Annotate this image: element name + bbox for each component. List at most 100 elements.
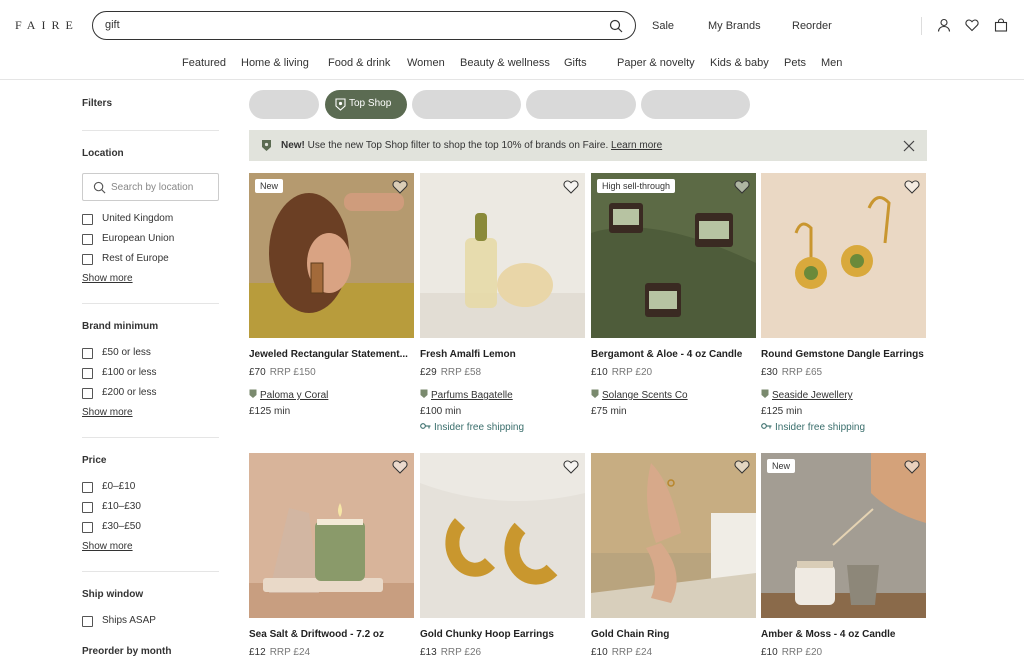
wholesale-price: £10 xyxy=(591,647,608,658)
favorite-icon[interactable] xyxy=(563,179,579,194)
product-price: £10 RRP £20 xyxy=(761,647,822,658)
favorite-icon[interactable] xyxy=(563,459,579,474)
product-image[interactable] xyxy=(249,453,414,618)
product-name[interactable]: Bergamont & Aloe - 4 oz Candle xyxy=(591,349,756,360)
product-image[interactable]: New xyxy=(249,173,414,338)
product-name[interactable]: Sea Salt & Driftwood - 7.2 oz xyxy=(249,629,414,640)
learn-more-link[interactable]: Learn more xyxy=(611,140,662,151)
option-label: European Union xyxy=(102,233,175,244)
nav-gifts[interactable]: Gifts xyxy=(564,57,587,69)
product-name[interactable]: Fresh Amalfi Lemon xyxy=(420,349,585,360)
brand-link[interactable]: Parfums Bagatelle xyxy=(420,389,513,401)
product-card[interactable]: New Amber & Moss - 4 oz Candle £10 RRP £2… xyxy=(761,453,926,658)
nav-home-living[interactable]: Home & living xyxy=(241,57,309,69)
filters-heading: Filters xyxy=(82,98,113,109)
search-bar[interactable]: gift xyxy=(92,11,636,40)
search-icon[interactable] xyxy=(609,19,623,33)
retail-price: RRP £150 xyxy=(269,367,316,378)
faire-logo[interactable]: FAIRE xyxy=(15,18,79,33)
product-image[interactable] xyxy=(420,173,585,338)
retail-price: RRP £24 xyxy=(611,647,653,658)
product-photo xyxy=(761,453,926,618)
favorite-icon[interactable] xyxy=(734,459,750,474)
filter-chip[interactable] xyxy=(249,90,319,119)
reorder-link[interactable]: Reorder xyxy=(792,20,832,32)
bag-icon[interactable] xyxy=(994,18,1008,32)
brand-link[interactable]: Seaside Jewellery xyxy=(761,389,853,401)
checkbox[interactable] xyxy=(82,502,93,513)
option-label: £100 or less xyxy=(102,367,157,378)
favorite-icon[interactable] xyxy=(734,179,750,194)
favorite-icon[interactable] xyxy=(392,459,408,474)
account-icon[interactable] xyxy=(937,18,951,32)
location-show-more[interactable]: Show more xyxy=(82,273,133,284)
wholesale-price: £29 xyxy=(420,367,437,378)
brand-name[interactable]: Seaside Jewellery xyxy=(772,390,853,401)
filter-chip[interactable] xyxy=(641,90,750,119)
product-image[interactable]: New xyxy=(761,453,926,618)
product-card[interactable]: New Jeweled Rectangular Statement... £70… xyxy=(249,173,414,417)
product-image[interactable] xyxy=(761,173,926,338)
brand-minimum: £125 min xyxy=(249,406,291,417)
nav-kids-baby[interactable]: Kids & baby xyxy=(710,57,769,69)
favorite-icon[interactable] xyxy=(904,179,920,194)
brand-link[interactable]: Paloma y Coral xyxy=(249,389,328,401)
product-name[interactable]: Amber & Moss - 4 oz Candle xyxy=(761,629,926,640)
price-show-more[interactable]: Show more xyxy=(82,541,133,552)
favorite-icon[interactable] xyxy=(904,459,920,474)
checkbox[interactable] xyxy=(82,234,93,245)
product-card[interactable]: Round Gemstone Dangle Earrings £30 RRP £6… xyxy=(761,173,926,433)
product-card[interactable]: Gold Chain Ring £10 RRP £24 xyxy=(591,453,756,658)
close-icon[interactable] xyxy=(903,140,915,152)
brand-name[interactable]: Solange Scents Co xyxy=(602,390,688,401)
checkbox[interactable] xyxy=(82,254,93,265)
favorite-icon[interactable] xyxy=(392,179,408,194)
product-card[interactable]: Fresh Amalfi Lemon £29 RRP £58 Parfums Ba… xyxy=(420,173,585,433)
product-name[interactable]: Round Gemstone Dangle Earrings xyxy=(761,349,926,360)
product-card[interactable]: High sell-through Bergamont & Aloe - 4 o… xyxy=(591,173,756,417)
price-heading: Price xyxy=(82,455,107,466)
insider-shipping: Insider free shipping xyxy=(420,422,524,433)
nav-women[interactable]: Women xyxy=(407,57,445,69)
product-name[interactable]: Gold Chunky Hoop Earrings xyxy=(420,629,585,640)
product-image[interactable] xyxy=(591,453,756,618)
key-icon xyxy=(761,423,772,429)
checkbox[interactable] xyxy=(82,214,93,225)
product-photo xyxy=(420,453,585,618)
nav-paper-novelty[interactable]: Paper & novelty xyxy=(617,57,695,69)
nav-pets[interactable]: Pets xyxy=(784,57,806,69)
brand-name[interactable]: Paloma y Coral xyxy=(260,390,328,401)
checkbox[interactable] xyxy=(82,522,93,533)
product-image[interactable] xyxy=(420,453,585,618)
insider-shipping: Insider free shipping xyxy=(761,422,865,433)
brand-minimum-show-more[interactable]: Show more xyxy=(82,407,133,418)
nav-beauty-wellness[interactable]: Beauty & wellness xyxy=(460,57,550,69)
product-photo xyxy=(591,173,756,338)
product-name[interactable]: Jeweled Rectangular Statement... xyxy=(249,349,414,360)
checkbox[interactable] xyxy=(82,482,93,493)
checkbox[interactable] xyxy=(82,348,93,359)
product-card[interactable]: Gold Chunky Hoop Earrings £13 RRP £26 xyxy=(420,453,585,658)
sale-link[interactable]: Sale xyxy=(652,20,674,32)
product-photo xyxy=(249,453,414,618)
checkbox[interactable] xyxy=(82,616,93,627)
product-price: £30 RRP £65 xyxy=(761,367,822,378)
filter-chip[interactable] xyxy=(412,90,521,119)
my-brands-link[interactable]: My Brands xyxy=(708,20,761,32)
location-search-input[interactable]: Search by location xyxy=(82,173,219,201)
filter-chip[interactable] xyxy=(526,90,636,119)
nav-food-drink[interactable]: Food & drink xyxy=(328,57,390,69)
product-name[interactable]: Gold Chain Ring xyxy=(591,629,756,640)
nav-featured[interactable]: Featured xyxy=(182,57,226,69)
product-card[interactable]: Sea Salt & Driftwood - 7.2 oz £12 RRP £24 xyxy=(249,453,414,658)
brand-link[interactable]: Solange Scents Co xyxy=(591,389,688,401)
brand-name[interactable]: Parfums Bagatelle xyxy=(431,390,513,401)
heart-icon[interactable] xyxy=(965,18,979,32)
nav-men[interactable]: Men xyxy=(821,57,842,69)
checkbox[interactable] xyxy=(82,368,93,379)
product-price: £29 RRP £58 xyxy=(420,367,481,378)
top-shop-chip[interactable]: Top Shop xyxy=(325,90,407,119)
checkbox[interactable] xyxy=(82,388,93,399)
product-image[interactable]: High sell-through xyxy=(591,173,756,338)
search-input[interactable]: gift xyxy=(105,19,120,31)
